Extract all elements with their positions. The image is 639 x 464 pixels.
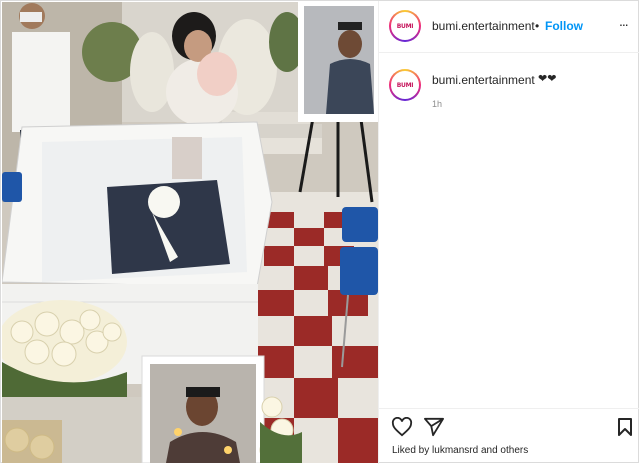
bookmark-icon[interactable] [617, 417, 633, 442]
post-timestamp[interactable]: 1h [432, 99, 442, 109]
funeral-scene-image [2, 2, 378, 463]
heart-outline-icon[interactable] [391, 416, 413, 442]
avatar-logo: BUMI [396, 22, 414, 30]
liked-by-user-link[interactable]: lukmansrd [432, 445, 478, 456]
caption-avatar[interactable]: BUMI [389, 69, 421, 101]
follow-button[interactable]: Follow [545, 19, 583, 33]
liked-by-prefix: Liked by [392, 445, 430, 456]
caption-text: ❤❤ [538, 73, 557, 85]
separator-dot: • [535, 19, 540, 33]
post-photo[interactable] [2, 2, 378, 463]
avatar-logo: BUMI [396, 81, 414, 89]
avatar[interactable]: BUMI [389, 10, 421, 42]
more-options-icon[interactable]: ... [619, 13, 629, 29]
action-bar: Liked by lukmansrd and others [379, 408, 639, 464]
likes-summary: Liked by lukmansrd and others [392, 445, 528, 456]
paper-plane-icon[interactable] [423, 417, 445, 442]
post-side-panel: BUMI bumi.entertainment • Follow ... BUM… [378, 1, 639, 464]
post-header: BUMI bumi.entertainment • Follow ... [379, 1, 639, 53]
instagram-post: BUMI bumi.entertainment • Follow ... BUM… [0, 0, 639, 464]
username-link[interactable]: bumi.entertainment [432, 19, 535, 33]
caption-username-link[interactable]: bumi.entertainment [432, 73, 535, 87]
liked-by-suffix[interactable]: and others [481, 445, 528, 456]
